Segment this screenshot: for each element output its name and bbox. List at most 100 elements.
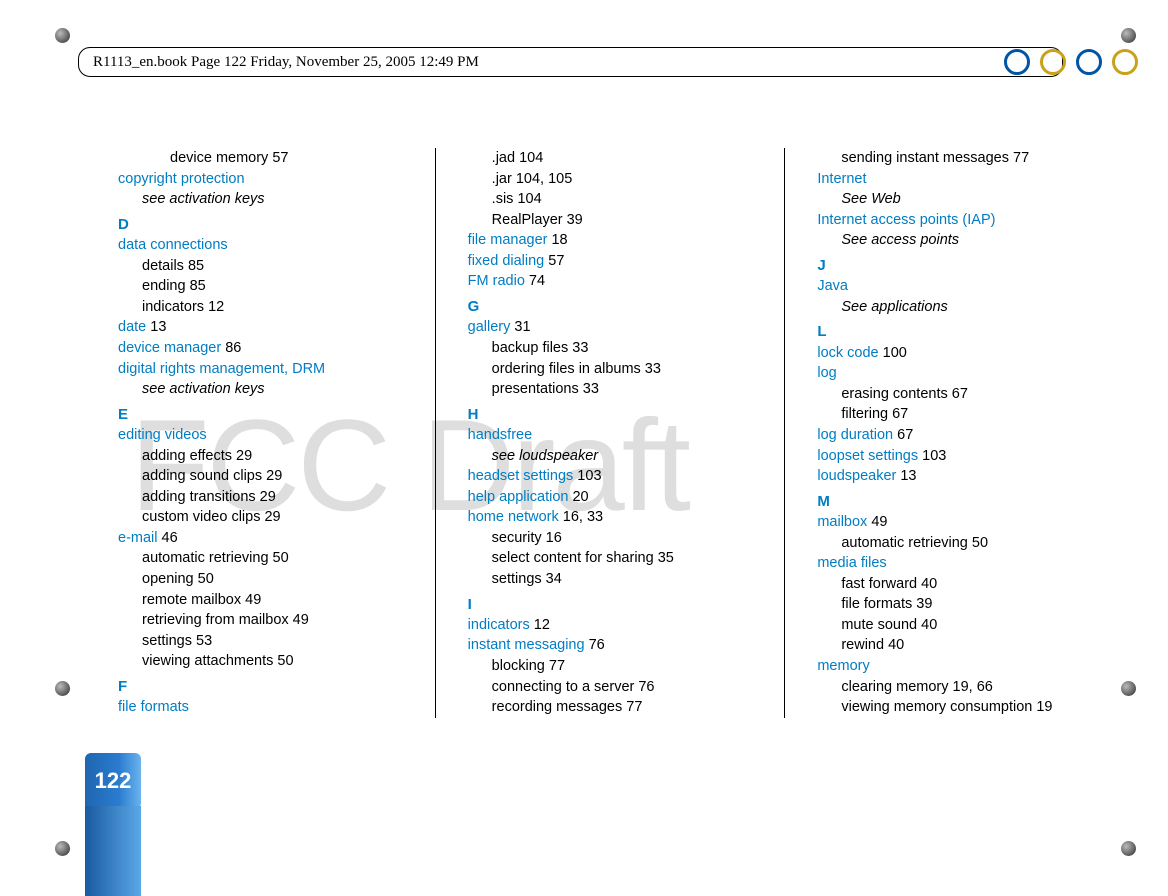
index-heading: Java [817, 276, 1102, 297]
index-heading: date 13 [118, 317, 403, 338]
index-subentry: settings 34 [468, 569, 753, 590]
index-page-ref: 86 [221, 340, 241, 356]
index-subentry: presentations 33 [468, 379, 753, 400]
index-heading-text: loudspeaker [817, 468, 896, 484]
index-subentry: opening 50 [118, 569, 403, 590]
see-prefix: See [841, 232, 871, 248]
registration-mark-icon [1121, 681, 1136, 696]
index-section-letter: M [817, 491, 1102, 512]
index-heading-text: fixed dialing [468, 253, 545, 269]
see-target: Web [871, 191, 901, 207]
index-heading: indicators 12 [468, 615, 753, 636]
index-heading: instant messaging 76 [468, 635, 753, 656]
ring-icon [1004, 49, 1030, 75]
index-heading-text: mailbox [817, 514, 867, 530]
see-prefix: See [841, 191, 871, 207]
index-subentry: select content for sharing 35 [468, 548, 753, 569]
index-heading-text: home network [468, 509, 559, 525]
registration-mark-icon [1121, 841, 1136, 856]
index-subentry: indicators 12 [118, 297, 403, 318]
see-target: applications [871, 299, 948, 315]
index-heading: handsfree [468, 425, 753, 446]
registration-mark-icon [55, 28, 70, 43]
index-page-ref: 76 [585, 637, 605, 653]
index-heading: copyright protection [118, 169, 403, 190]
color-registration-icons [1004, 49, 1138, 75]
index-heading: loopset settings 103 [817, 446, 1102, 467]
index-heading: loudspeaker 13 [817, 466, 1102, 487]
index-page-ref: 103 [918, 448, 946, 464]
index-page-ref: 13 [896, 468, 916, 484]
page-meta-text: R1113_en.book Page 122 Friday, November … [93, 54, 479, 71]
index-subentry: connecting to a server 76 [468, 677, 753, 698]
index-heading: help application 20 [468, 487, 753, 508]
column-separator [435, 148, 436, 718]
index-subentry: RealPlayer 39 [468, 210, 753, 231]
index-subentry: rewind 40 [817, 635, 1102, 656]
index-subentry: adding sound clips 29 [118, 466, 403, 487]
index-heading: log duration 67 [817, 425, 1102, 446]
index-subentry: erasing contents 67 [817, 384, 1102, 405]
index-page-ref: 67 [893, 427, 913, 443]
index-page-ref: 49 [867, 514, 887, 530]
page-number-tab: 122 [85, 753, 141, 809]
index-subentry: blocking 77 [468, 656, 753, 677]
column-separator [784, 148, 785, 718]
see-target: activation keys [169, 381, 264, 397]
index-page-ref: 16, 33 [559, 509, 603, 525]
index-see-reference: see activation keys [118, 189, 403, 210]
index-section-letter: H [468, 404, 753, 425]
index-see-reference: see loudspeaker [468, 446, 753, 467]
see-target: activation keys [169, 191, 264, 207]
index-section-letter: J [817, 255, 1102, 276]
index-section-letter: F [118, 676, 403, 697]
index-heading: gallery 31 [468, 317, 753, 338]
index-subentry: .jar 104, 105 [468, 169, 753, 190]
index-heading: data connections [118, 235, 403, 256]
index-subentry: device memory 57 [118, 148, 403, 169]
registration-mark-icon [55, 841, 70, 856]
index-page-ref: 46 [157, 530, 177, 546]
index-subentry: backup files 33 [468, 338, 753, 359]
index-heading: file formats [118, 697, 403, 718]
index-heading-text: device manager [118, 340, 221, 356]
index-subentry: filtering 67 [817, 404, 1102, 425]
see-prefix: see [492, 448, 519, 464]
index-heading: e-mail 46 [118, 528, 403, 549]
index-subentry: fast forward 40 [817, 574, 1102, 595]
index-subentry: details 85 [118, 256, 403, 277]
index-heading: Internet [817, 169, 1102, 190]
index-heading: memory [817, 656, 1102, 677]
registration-mark-icon [55, 681, 70, 696]
index-heading: FM radio 74 [468, 271, 753, 292]
index-page-ref: 12 [530, 617, 550, 633]
index-subentry: adding transitions 29 [118, 487, 403, 508]
ring-icon [1112, 49, 1138, 75]
page-meta-bar: R1113_en.book Page 122 Friday, November … [78, 47, 1063, 77]
index-heading: device manager 86 [118, 338, 403, 359]
index-page-ref: 20 [568, 489, 588, 505]
index-heading: lock code 100 [817, 343, 1102, 364]
ring-icon [1040, 49, 1066, 75]
index-section-letter: D [118, 214, 403, 235]
see-prefix: see [142, 381, 169, 397]
index-heading: file manager 18 [468, 230, 753, 251]
index-subentry: sending instant messages 77 [817, 148, 1102, 169]
index-section-letter: I [468, 594, 753, 615]
index-subentry: clearing memory 19, 66 [817, 677, 1102, 698]
index-column-3: sending instant messages 77InternetSee W… [811, 148, 1108, 718]
index-heading: Internet access points (IAP) [817, 210, 1102, 231]
index-subentry: .jad 104 [468, 148, 753, 169]
registration-mark-icon [1121, 28, 1136, 43]
index-subentry: .sis 104 [468, 189, 753, 210]
index-section-letter: L [817, 321, 1102, 342]
index-content: device memory 57copyright protectionsee … [112, 148, 1108, 788]
index-subentry: security 16 [468, 528, 753, 549]
index-heading-text: headset settings [468, 468, 574, 484]
index-heading-text: log duration [817, 427, 893, 443]
index-section-letter: E [118, 404, 403, 425]
index-see-reference: see activation keys [118, 379, 403, 400]
index-subentry: settings 53 [118, 631, 403, 652]
index-heading: mailbox 49 [817, 512, 1102, 533]
index-subentry: automatic retrieving 50 [118, 548, 403, 569]
